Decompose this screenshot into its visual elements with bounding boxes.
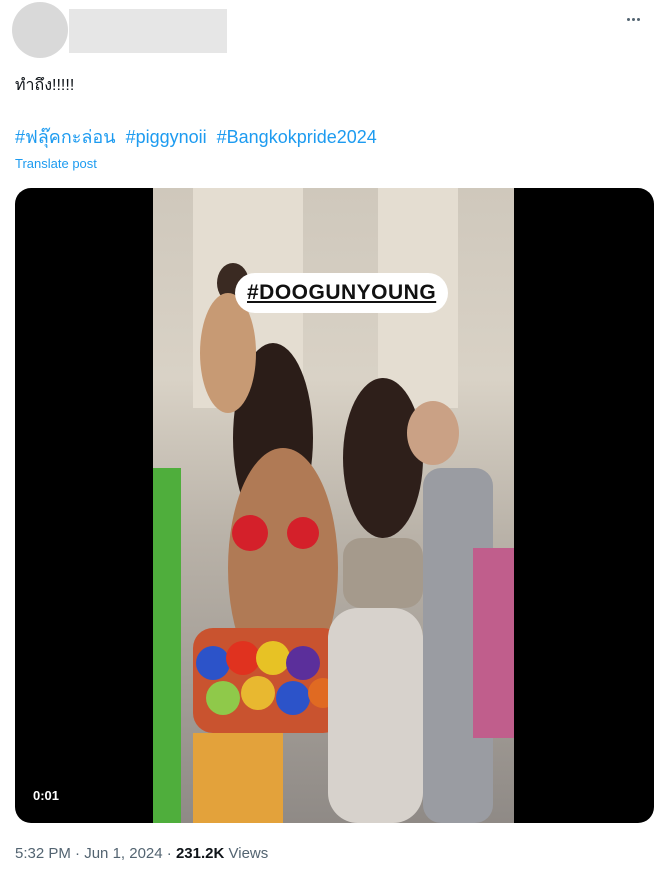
video-timecode: 0:01 bbox=[33, 788, 60, 803]
hashtag-link[interactable]: #Bangkokpride2024 bbox=[217, 127, 377, 147]
separator: · bbox=[75, 845, 81, 862]
avatar[interactable] bbox=[12, 2, 68, 58]
post-text: ทำถึง!!!!! bbox=[15, 77, 75, 94]
post-date[interactable]: Jun 1, 2024 bbox=[84, 845, 162, 862]
dot bbox=[636, 17, 640, 21]
post-metadata: 5:32 PM · Jun 1, 2024 · 231.2K Views bbox=[15, 845, 268, 862]
video-player[interactable]: #DOOGUNYOUNG 0:01 bbox=[15, 188, 654, 823]
views-count: 231.2K bbox=[175, 845, 225, 862]
hashtag-link[interactable]: #piggynoii bbox=[126, 127, 207, 147]
video-overlay-caption: #DOOGUNYOUNG bbox=[235, 273, 449, 313]
hashtags: #ฟลุ๊คกะล่อน #piggynoii #Bangkokpride202… bbox=[15, 126, 382, 148]
post-time[interactable]: 5:32 PM bbox=[15, 845, 71, 862]
video-frame: #DOOGUNYOUNG bbox=[153, 188, 514, 823]
views-label: Views bbox=[228, 845, 269, 862]
translate-post-link[interactable]: Translate post bbox=[15, 156, 97, 171]
more-options-icon[interactable] bbox=[622, 10, 644, 28]
separator: · bbox=[166, 845, 172, 862]
author-name-redacted[interactable] bbox=[69, 9, 227, 53]
hashtag-link[interactable]: #ฟลุ๊คกะล่อน bbox=[15, 127, 116, 147]
dot bbox=[626, 17, 630, 21]
dot bbox=[631, 17, 635, 21]
